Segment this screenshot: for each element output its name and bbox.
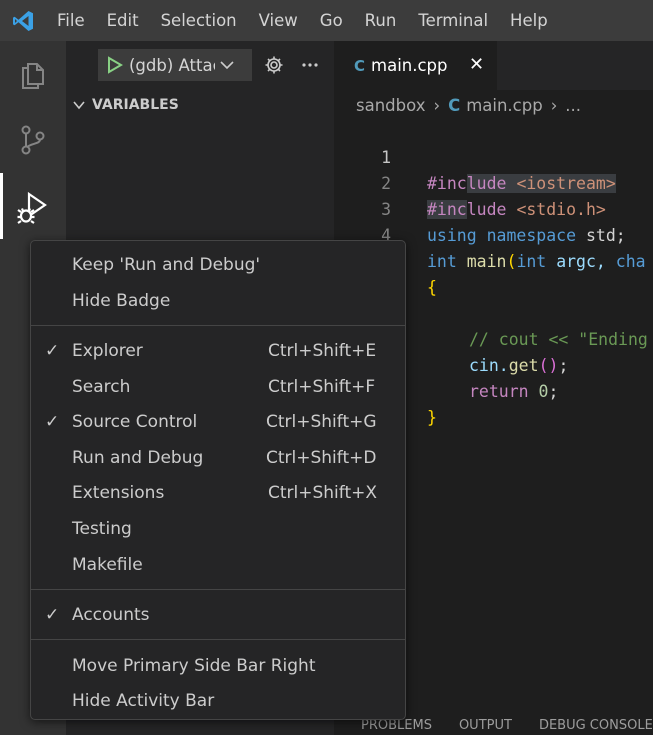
editor-tab-bar: C main.cpp ✕ (334, 41, 653, 90)
menu-item-label: Testing (72, 519, 132, 539)
chevron-down-icon (66, 98, 92, 112)
start-debug-icon[interactable] (107, 56, 123, 74)
chevron-right-icon: › (433, 95, 441, 115)
menu-item-label: Keep 'Run and Debug' (72, 255, 261, 275)
menu-item-makefile[interactable]: Makefile (31, 548, 405, 582)
check-icon: ✓ (45, 605, 60, 625)
code-token: } (427, 408, 437, 427)
menu-item-label: Run and Debug (72, 448, 204, 468)
menu-item-label: Accounts (72, 605, 150, 625)
more-actions-icon[interactable] (298, 53, 322, 77)
menu-item-label: Move Primary Side Bar Right (72, 656, 316, 676)
menu-item-hide-badge[interactable]: Hide Badge (31, 284, 405, 318)
menu-item-explorer[interactable]: ✓ Explorer Ctrl+Shift+E (31, 334, 405, 368)
check-icon: ✓ (45, 412, 60, 432)
close-icon[interactable]: ✕ (469, 54, 484, 75)
menu-item-label: Hide Badge (72, 291, 171, 311)
chevron-right-icon: › (550, 95, 558, 115)
code-token: return (469, 382, 529, 401)
menu-item-accounts[interactable]: ✓ Accounts (31, 598, 405, 632)
menu-item-shortcut: Ctrl+Shift+E (268, 341, 377, 361)
menu-item-label: Extensions (72, 483, 165, 503)
tab-problems[interactable]: PROBLEMS (361, 718, 432, 735)
menu-item-label: Makefile (72, 555, 143, 575)
breadcrumb-file[interactable]: main.cpp (466, 96, 543, 115)
source-control-icon[interactable] (0, 107, 66, 173)
gear-icon[interactable] (262, 53, 286, 77)
menu-item-move-primary-side-bar-right[interactable]: Move Primary Side Bar Right (31, 649, 405, 683)
menu-item-shortcut: Ctrl+Shift+D (266, 448, 377, 468)
check-icon: ✓ (45, 341, 60, 361)
breadcrumb: sandbox › C main.cpp › ... (356, 93, 581, 117)
menu-edit[interactable]: Edit (96, 0, 150, 41)
code-token: ; (548, 382, 559, 401)
breadcrumb-more[interactable]: ... (565, 96, 581, 115)
code-line: 2 #include <stdio.h> (334, 145, 653, 219)
panel-tab-bar: PROBLEMS OUTPUT DEBUG CONSOLE (334, 718, 653, 735)
code-line: 1 #include <iostream> (334, 119, 653, 193)
tab-label: main.cpp (371, 56, 448, 75)
menu-selection[interactable]: Selection (150, 0, 248, 41)
menu-bar: File Edit Selection View Go Run Terminal… (0, 0, 653, 41)
menu-item-label: Explorer (72, 341, 143, 361)
menu-view[interactable]: View (248, 0, 309, 41)
menu-item-testing[interactable]: Testing (31, 512, 405, 546)
code-line: 3 using namespace std; (334, 171, 653, 245)
explorer-icon[interactable] (0, 41, 66, 107)
menu-item-shortcut: Ctrl+Shift+X (268, 483, 378, 503)
menu-item-shortcut: Ctrl+Shift+G (266, 412, 377, 432)
menu-item-label: Source Control (72, 412, 198, 432)
menu-item-shortcut: Ctrl+Shift+F (268, 377, 376, 397)
menu-separator (31, 589, 405, 590)
menu-item-keep-run-and-debug[interactable]: Keep 'Run and Debug' (31, 248, 405, 282)
tab-main-cpp[interactable]: C main.cpp ✕ (334, 41, 497, 90)
menu-item-source-control[interactable]: ✓ Source Control Ctrl+Shift+G (31, 405, 405, 439)
tab-output[interactable]: OUTPUT (459, 718, 512, 735)
run-and-debug-icon[interactable] (0, 173, 66, 239)
cpp-file-icon: C (448, 95, 461, 115)
variables-section-header[interactable]: VARIABLES (66, 93, 334, 117)
code-token: 0 (538, 382, 549, 401)
menu-go[interactable]: Go (309, 0, 354, 41)
menu-file[interactable]: File (46, 0, 96, 41)
menu-terminal[interactable]: Terminal (407, 0, 499, 41)
activity-bar-context-menu: Keep 'Run and Debug' Hide Badge ✓ Explor… (30, 240, 406, 720)
chevron-down-icon (219, 57, 235, 73)
tab-debug-console[interactable]: DEBUG CONSOLE (539, 718, 653, 735)
menu-separator (31, 639, 405, 640)
menu-help[interactable]: Help (499, 0, 559, 41)
vscode-logo-icon (0, 0, 46, 41)
menu-item-run-and-debug[interactable]: Run and Debug Ctrl+Shift+D (31, 441, 405, 475)
menu-run[interactable]: Run (354, 0, 408, 41)
menu-item-extensions[interactable]: Extensions Ctrl+Shift+X (31, 476, 405, 510)
breadcrumb-folder[interactable]: sandbox (356, 96, 425, 115)
menu-separator (31, 325, 405, 326)
code-line: 4 int main(int argc, cha (334, 197, 653, 271)
debug-config-label: (gdb) Attach (129, 55, 215, 75)
menu-item-search[interactable]: Search Ctrl+Shift+F (31, 370, 405, 404)
menu-item-label: Search (72, 377, 131, 397)
variables-section-title: VARIABLES (92, 97, 179, 113)
cpp-file-icon: C (354, 56, 366, 75)
menu-item-hide-activity-bar[interactable]: Hide Activity Bar (31, 684, 405, 718)
menu-item-label: Hide Activity Bar (72, 691, 215, 711)
debug-config-dropdown[interactable]: (gdb) Attach (98, 49, 252, 81)
